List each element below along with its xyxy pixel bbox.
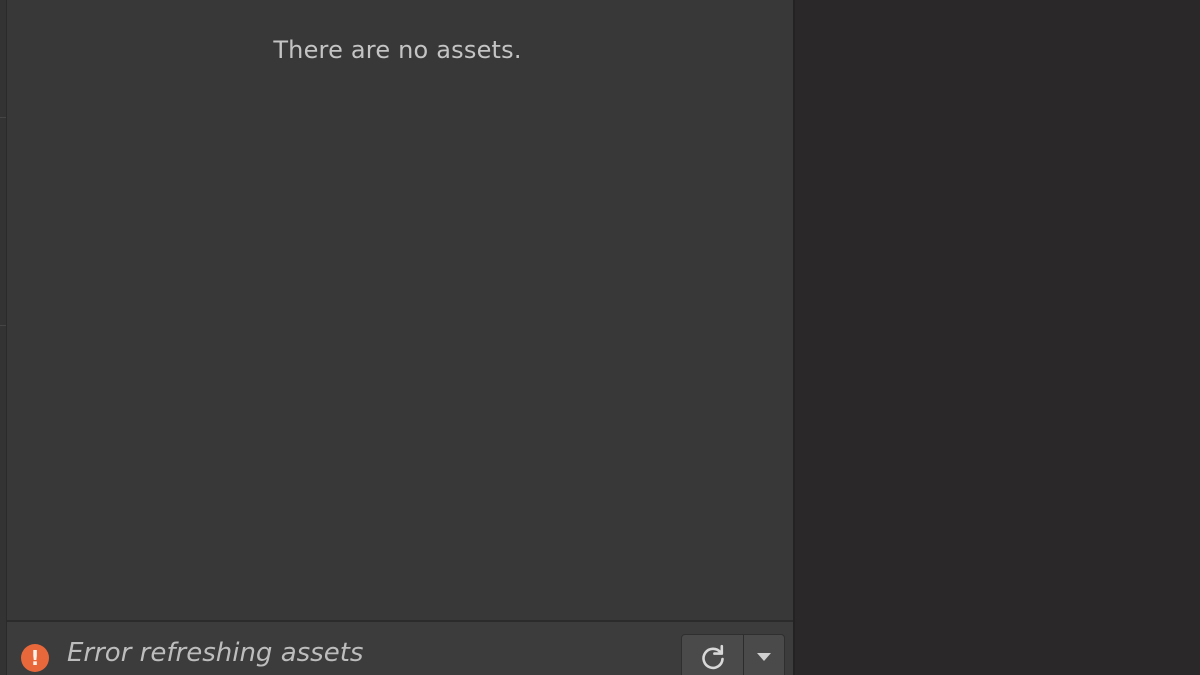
panel-edge-notch (0, 325, 6, 326)
panel-edge-notch (0, 117, 6, 118)
left-panel-edge (0, 0, 7, 675)
refresh-options-dropdown[interactable] (744, 635, 784, 675)
error-icon: ! (21, 644, 49, 672)
asset-panel: There are no assets. ! Error refreshing … (7, 0, 793, 675)
editor-window: There are no assets. ! Error refreshing … (0, 0, 1200, 675)
refresh-button-group (681, 634, 785, 675)
empty-assets-message: There are no assets. (273, 36, 522, 64)
refresh-icon (701, 644, 724, 669)
chevron-down-icon (757, 652, 771, 661)
refresh-button[interactable] (682, 635, 744, 675)
right-panel (795, 0, 1200, 675)
error-message: Error refreshing assets (67, 638, 364, 668)
status-bar: ! Error refreshing assets (7, 620, 793, 675)
